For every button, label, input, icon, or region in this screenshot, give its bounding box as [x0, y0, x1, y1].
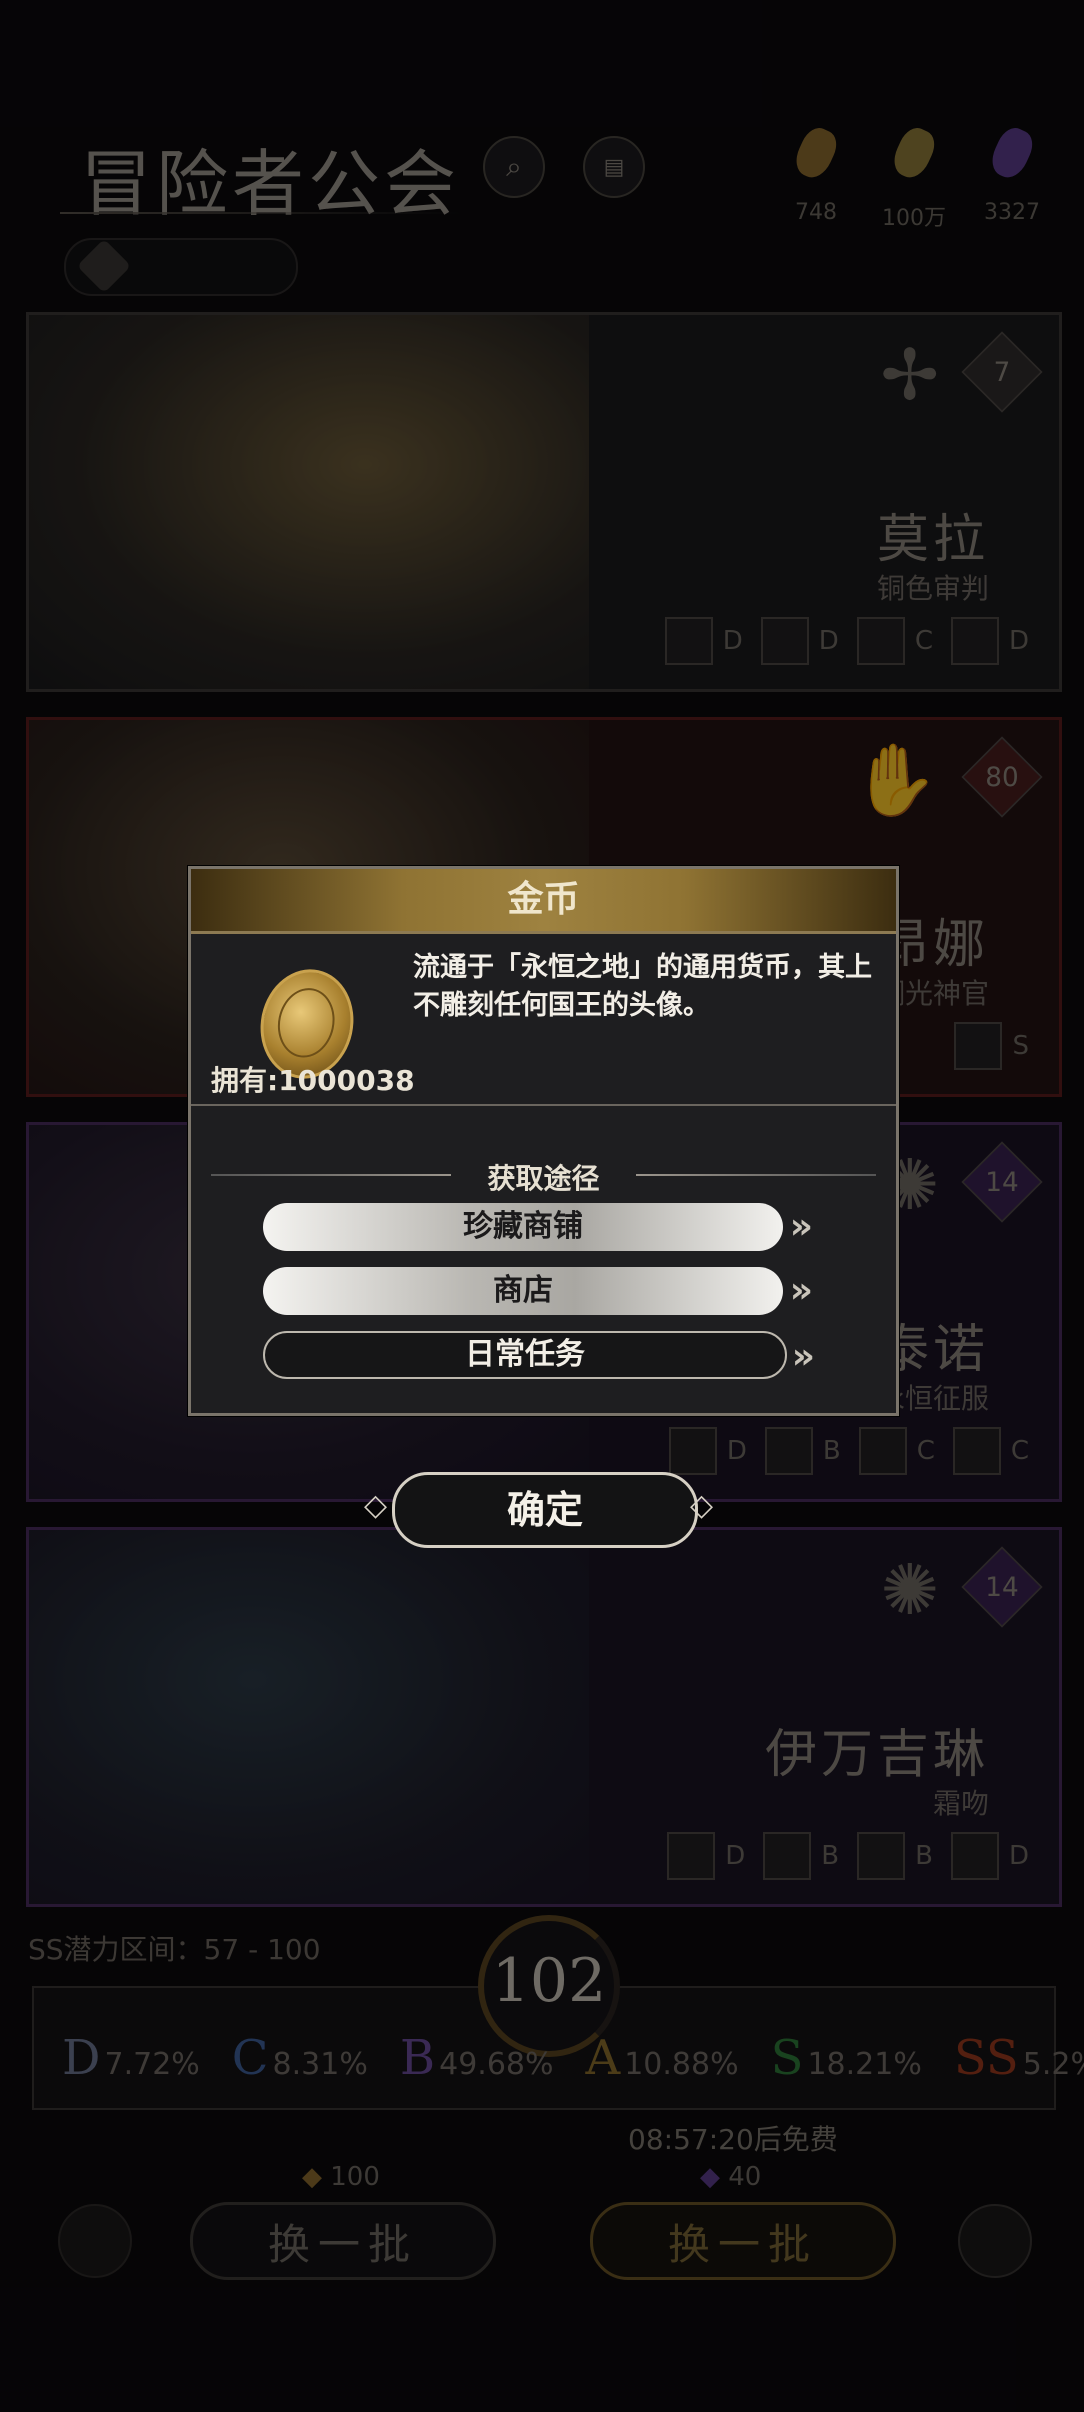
route-treasure-shop[interactable]: 珍藏商铺»: [263, 1203, 813, 1251]
chevron-right-icon: »: [791, 1336, 815, 1377]
dialog-title: 金币: [191, 869, 896, 931]
header-divider: [191, 931, 896, 934]
confirm-button[interactable]: 确定: [392, 1472, 698, 1548]
route-daily-quest[interactable]: 日常任务»: [263, 1331, 815, 1379]
ornament-left-icon: ◇: [364, 1488, 388, 1523]
ornament-right-icon: ◇: [690, 1488, 714, 1523]
chevron-right-icon: »: [789, 1270, 813, 1311]
acquire-title: 获取途径: [487, 1162, 600, 1195]
item-detail-dialog: 金币 拥有:1000038 流通于「永恒之地」的通用货币，其上不雕刻任何国王的头…: [188, 866, 899, 1416]
owned-count: 拥有:1000038: [211, 1064, 415, 1097]
item-description: 流通于「永恒之地」的通用货币，其上不雕刻任何国王的头像。: [413, 952, 872, 1021]
chevron-right-icon: »: [789, 1206, 813, 1247]
section-divider: [191, 1104, 896, 1106]
route-shop[interactable]: 商店»: [263, 1267, 813, 1315]
divider-ornament-right: [636, 1174, 876, 1176]
